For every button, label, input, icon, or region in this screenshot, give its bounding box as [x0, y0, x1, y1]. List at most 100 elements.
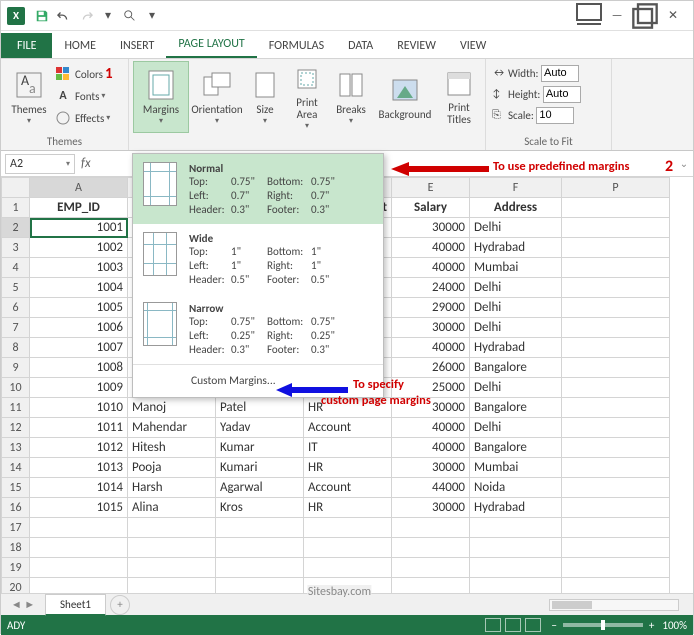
cell[interactable]: Delhi: [470, 418, 562, 438]
cell[interactable]: Patel: [216, 398, 304, 418]
width-row[interactable]: ↔Width:: [492, 63, 605, 83]
cell[interactable]: Account: [304, 478, 392, 498]
cell[interactable]: [562, 578, 670, 594]
horizontal-scrollbar[interactable]: [549, 599, 679, 611]
cell[interactable]: 1011: [30, 418, 128, 438]
row-header[interactable]: 10: [2, 378, 30, 398]
col-header[interactable]: P: [562, 178, 670, 198]
add-sheet-button[interactable]: +: [110, 595, 130, 615]
margins-narrow[interactable]: Narrow Top:0.75"Bottom:0.75" Left:0.25"R…: [133, 294, 383, 364]
row-header[interactable]: 2: [2, 218, 30, 238]
cell[interactable]: 1015: [30, 498, 128, 518]
cell[interactable]: [392, 558, 470, 578]
qat-dropdown-icon[interactable]: ▾: [97, 5, 119, 27]
cell[interactable]: 29000: [392, 298, 470, 318]
normal-view-icon[interactable]: [485, 618, 501, 632]
cell[interactable]: 1005: [30, 298, 128, 318]
cell[interactable]: Kros: [216, 498, 304, 518]
cell[interactable]: [562, 498, 670, 518]
cell[interactable]: Salary: [392, 198, 470, 218]
cell[interactable]: [562, 458, 670, 478]
fonts-button[interactable]: AFonts▾: [53, 85, 115, 107]
cell[interactable]: 40000: [392, 338, 470, 358]
cell[interactable]: [562, 398, 670, 418]
row-header[interactable]: 5: [2, 278, 30, 298]
cell[interactable]: [562, 358, 670, 378]
cell[interactable]: 40000: [392, 418, 470, 438]
cell[interactable]: 40000: [392, 258, 470, 278]
themes-button[interactable]: Aa Themes ▾: [5, 61, 53, 133]
cell[interactable]: [128, 518, 216, 538]
cell[interactable]: Alina: [128, 498, 216, 518]
cell[interactable]: [216, 558, 304, 578]
qat-dropdown2-icon[interactable]: ▾: [141, 5, 163, 27]
cell[interactable]: [30, 558, 128, 578]
tab-formulas[interactable]: FORMULAS: [257, 33, 336, 58]
restore-icon[interactable]: [631, 5, 659, 27]
row-header[interactable]: 4: [2, 258, 30, 278]
cell[interactable]: 24000: [392, 278, 470, 298]
cell[interactable]: [128, 538, 216, 558]
cell[interactable]: Noida: [470, 478, 562, 498]
cell[interactable]: [562, 218, 670, 238]
cell[interactable]: Agarwal: [216, 478, 304, 498]
cell[interactable]: [562, 238, 670, 258]
select-all[interactable]: [2, 178, 30, 198]
size-button[interactable]: Size▾: [245, 61, 285, 133]
cell[interactable]: [470, 578, 562, 594]
tab-page-layout[interactable]: PAGE LAYOUT: [166, 31, 256, 58]
margins-button[interactable]: Margins▾: [133, 61, 189, 133]
row-header[interactable]: 17: [2, 518, 30, 538]
cell[interactable]: 30000: [392, 218, 470, 238]
row-header[interactable]: 15: [2, 478, 30, 498]
cell[interactable]: [470, 518, 562, 538]
cell[interactable]: [562, 278, 670, 298]
cell[interactable]: Mumbai: [470, 258, 562, 278]
cell[interactable]: EMP_ID: [30, 198, 128, 218]
tab-view[interactable]: VIEW: [448, 33, 498, 58]
cell[interactable]: 1009: [30, 378, 128, 398]
page-layout-view-icon[interactable]: [505, 618, 521, 632]
cell[interactable]: HR: [304, 498, 392, 518]
cell[interactable]: Delhi: [470, 378, 562, 398]
cell[interactable]: 1007: [30, 338, 128, 358]
colors-button[interactable]: Colors1: [53, 63, 115, 85]
minimize-icon[interactable]: —: [603, 5, 631, 27]
cell[interactable]: Bangalore: [470, 358, 562, 378]
cell[interactable]: 1006: [30, 318, 128, 338]
save-icon[interactable]: [31, 5, 53, 27]
cell[interactable]: [562, 558, 670, 578]
row-header[interactable]: 7: [2, 318, 30, 338]
ribbon-options-icon[interactable]: [575, 5, 603, 27]
print-area-button[interactable]: Print Area▾: [285, 61, 329, 133]
cell[interactable]: Delhi: [470, 278, 562, 298]
cell[interactable]: 30000: [392, 498, 470, 518]
fx-icon[interactable]: fx: [75, 156, 97, 171]
cell[interactable]: Kumar: [216, 438, 304, 458]
background-button[interactable]: Background: [373, 61, 437, 133]
cell[interactable]: 30000: [392, 458, 470, 478]
cell[interactable]: 1013: [30, 458, 128, 478]
cell[interactable]: [216, 538, 304, 558]
cell[interactable]: [128, 558, 216, 578]
cell[interactable]: 1002: [30, 238, 128, 258]
cell[interactable]: Account: [304, 418, 392, 438]
close-icon[interactable]: ✕: [659, 5, 687, 27]
cell[interactable]: Delhi: [470, 218, 562, 238]
formula-expand-icon[interactable]: ⌄: [675, 157, 693, 170]
row-header[interactable]: 9: [2, 358, 30, 378]
cell[interactable]: Hydrabad: [470, 238, 562, 258]
row-header[interactable]: 1: [2, 198, 30, 218]
cell[interactable]: Address: [470, 198, 562, 218]
col-header[interactable]: F: [470, 178, 562, 198]
cell[interactable]: [470, 538, 562, 558]
row-header[interactable]: 19: [2, 558, 30, 578]
cell[interactable]: Kumari: [216, 458, 304, 478]
cell[interactable]: [392, 538, 470, 558]
cell[interactable]: [562, 438, 670, 458]
name-box[interactable]: A2▾: [5, 154, 75, 174]
cell[interactable]: 1008: [30, 358, 128, 378]
undo-icon[interactable]: [53, 5, 75, 27]
cell[interactable]: Bangalore: [470, 438, 562, 458]
col-header[interactable]: A: [30, 178, 128, 198]
